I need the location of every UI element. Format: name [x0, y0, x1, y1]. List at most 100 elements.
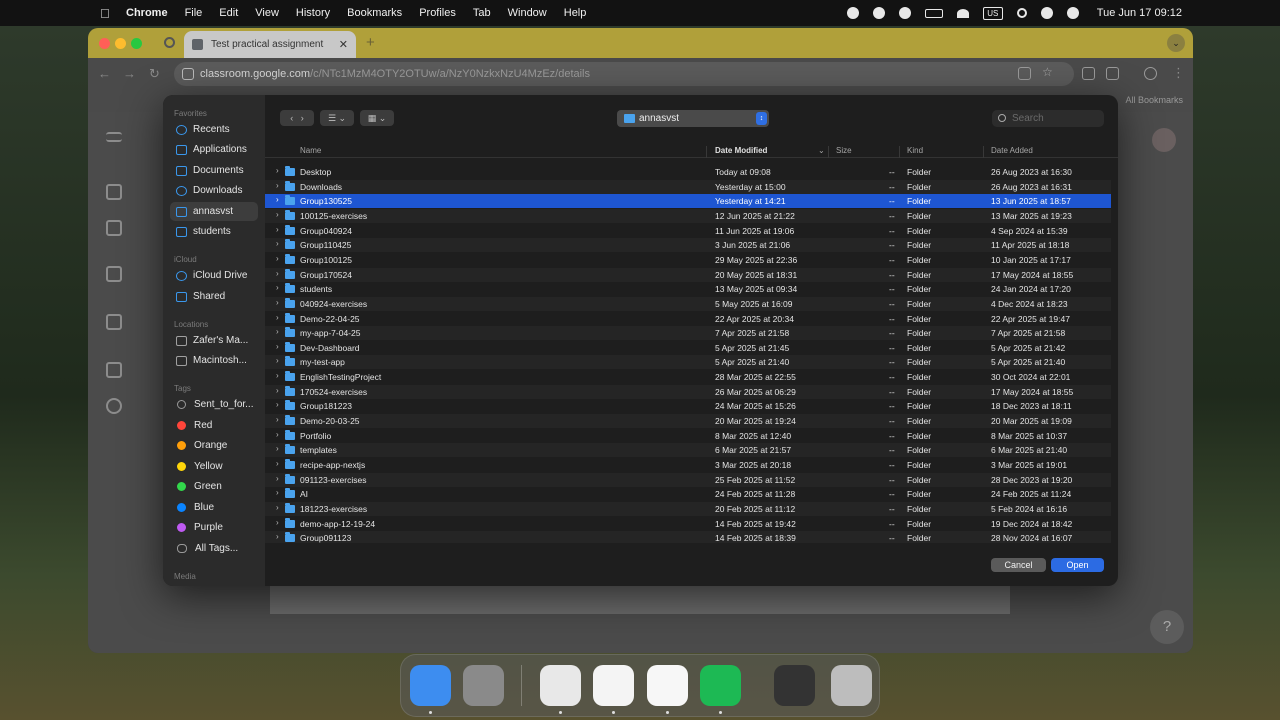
column-divider[interactable] [983, 146, 984, 158]
menu-app-chrome[interactable]: Chrome [126, 7, 168, 19]
file-row[interactable]: › students 13 May 2025 at 09:34 -- Folder 24 … [265, 282, 1111, 296]
disclosure-chevron-icon[interactable]: › [276, 488, 279, 497]
translate-icon[interactable] [1082, 67, 1095, 80]
menu-help[interactable]: Help [564, 7, 587, 19]
file-row[interactable]: › Group040924 11 Jun 2025 at 19:06 -- Folder… [265, 224, 1111, 238]
sidebar-item-recents[interactable]: Recents [170, 120, 258, 139]
spotify-dock-icon[interactable] [700, 665, 741, 706]
zoom-window-button[interactable] [131, 38, 142, 49]
disclosure-chevron-icon[interactable]: › [276, 210, 279, 219]
file-row[interactable]: › 040924-exercises 5 May 2025 at 16:09 -- Fo… [265, 296, 1111, 311]
disclosure-chevron-icon[interactable]: › [276, 518, 279, 527]
disclosure-chevron-icon[interactable]: › [276, 430, 279, 439]
disclosure-chevron-icon[interactable]: › [276, 313, 279, 322]
reload-icon[interactable]: ↻ [149, 66, 160, 82]
disclosure-chevron-icon[interactable]: › [276, 415, 279, 424]
menu-window[interactable]: Window [508, 7, 547, 19]
file-row[interactable]: › Portfolio 8 Mar 2025 at 12:40 -- Folder 8 M… [265, 429, 1111, 443]
site-info-icon[interactable] [182, 68, 194, 80]
play-icon[interactable] [898, 7, 911, 19]
hamburger-menu-icon[interactable] [106, 132, 122, 142]
disclosure-chevron-icon[interactable]: › [276, 386, 279, 395]
file-row[interactable]: › Group091123 14 Feb 2025 at 18:39 -- Folder… [265, 531, 1111, 543]
file-row[interactable]: › Demo-20-03-25 20 Mar 2025 at 19:24 -- Fold… [265, 414, 1111, 429]
cancel-button[interactable]: Cancel [991, 558, 1046, 572]
list-view-button[interactable]: ☰ ⌄ [320, 110, 354, 126]
file-row[interactable]: › Dev-Dashboard 5 Apr 2025 at 21:45 -- Folde… [265, 341, 1111, 355]
group-view-button[interactable]: ▦ ⌄ [360, 110, 394, 126]
current-folder-popup[interactable]: annasvst ↕ [617, 110, 769, 127]
disclosure-chevron-icon[interactable]: › [276, 503, 279, 512]
launchpad-dock-icon[interactable] [463, 665, 504, 706]
record-icon[interactable] [846, 7, 859, 19]
file-row[interactable]: › Desktop Today at 09:08 -- Folder 26 Aug 202… [265, 165, 1111, 179]
menu-tab[interactable]: Tab [473, 7, 491, 19]
column-header-name[interactable]: Name [300, 146, 321, 155]
sidebar-item-students[interactable]: students [170, 222, 258, 241]
control-center-icon[interactable] [1040, 7, 1053, 19]
tab-active[interactable]: Test practical assignment ✕ [184, 31, 356, 58]
chrome-menu-icon[interactable]: ⋮ [1172, 65, 1185, 81]
siri-icon[interactable] [1066, 7, 1079, 19]
grammarly-icon[interactable] [872, 7, 885, 19]
column-divider[interactable] [828, 146, 829, 158]
menu-history[interactable]: History [296, 7, 330, 19]
sidebar-tag-yellow[interactable]: Yellow [170, 457, 258, 476]
file-row[interactable]: › 091123-exercises 25 Feb 2025 at 11:52 -- F… [265, 472, 1111, 487]
sidebar-item-applications[interactable]: Applications [170, 140, 258, 159]
trash-dock-icon[interactable] [831, 665, 872, 706]
tab-search-chevron-icon[interactable]: ⌄ [1167, 34, 1185, 52]
menu-file[interactable]: File [185, 7, 203, 19]
menu-edit[interactable]: Edit [219, 7, 238, 19]
disclosure-chevron-icon[interactable]: › [276, 239, 279, 248]
back-chevron-icon[interactable]: ‹ [290, 113, 293, 123]
menu-bookmarks[interactable]: Bookmarks [347, 7, 402, 19]
sidebar-item-annasvst[interactable]: annasvst [170, 202, 258, 221]
vscode-dock-icon[interactable] [593, 665, 634, 706]
sidebar-tag-sent-to-for[interactable]: Sent_to_for... [170, 395, 258, 414]
file-row[interactable]: › Demo-22-04-25 22 Apr 2025 at 20:34 -- Fold… [265, 312, 1111, 326]
disclosure-chevron-icon[interactable]: › [276, 459, 279, 468]
file-row[interactable]: › Group181223 24 Mar 2025 at 15:26 -- Folder… [265, 399, 1111, 413]
file-row[interactable]: › 100125-exercises 12 Jun 2025 at 21:22 -- F… [265, 208, 1111, 223]
file-row[interactable]: › AI 24 Feb 2025 at 11:28 -- Folder 24 Feb 20… [265, 487, 1111, 501]
close-window-button[interactable] [99, 38, 110, 49]
sidebar-item-macintosh-hd[interactable]: Macintosh... [170, 351, 258, 370]
home-icon[interactable] [106, 184, 122, 200]
menu-profiles[interactable]: Profiles [419, 7, 456, 19]
file-row[interactable]: › Downloads Yesterday at 15:00 -- Folder 26 A… [265, 179, 1111, 194]
disclosure-chevron-icon[interactable]: › [276, 195, 279, 204]
battery-icon[interactable] [924, 8, 943, 18]
file-row[interactable]: › 181223-exercises 20 Feb 2025 at 11:12 -- F… [265, 501, 1111, 516]
column-divider[interactable] [706, 146, 707, 158]
input-source-indicator[interactable]: US [982, 6, 1003, 20]
minimize-window-button[interactable] [115, 38, 126, 49]
sidebar-item-documents[interactable]: Documents [170, 161, 258, 180]
google-tab-icon[interactable] [164, 37, 175, 48]
disclosure-chevron-icon[interactable]: › [276, 356, 279, 365]
disclosure-chevron-icon[interactable]: › [276, 254, 279, 263]
menubar-clock[interactable]: Tue Jun 17 09:12 [1097, 7, 1182, 19]
sidebar-item-downloads[interactable]: Downloads [170, 181, 258, 200]
people-icon[interactable] [106, 266, 122, 282]
chrome-dock-icon[interactable] [540, 665, 581, 706]
help-icon[interactable]: ? [1150, 610, 1184, 644]
disclosure-chevron-icon[interactable]: › [276, 327, 279, 336]
file-row[interactable]: › Group110425 3 Jun 2025 at 21:06 -- Folder 1… [265, 238, 1111, 253]
column-header-kind[interactable]: Kind [907, 146, 923, 155]
all-bookmarks[interactable]: All Bookmarks [1125, 95, 1183, 105]
extensions-icon[interactable] [1106, 67, 1119, 80]
sidebar-item-icloud-drive[interactable]: iCloud Drive [170, 266, 258, 285]
column-header-date-modified[interactable]: Date Modified [715, 146, 767, 155]
disclosure-chevron-icon[interactable]: › [276, 181, 279, 190]
sidebar-item-zafers-mac[interactable]: Zafer's Ma... [170, 331, 258, 350]
forward-chevron-icon[interactable]: › [301, 113, 304, 123]
sort-chevron-icon[interactable]: ⌄ [818, 146, 825, 155]
sidebar-item-shared[interactable]: Shared [170, 287, 258, 306]
sidebar-all-tags[interactable]: All Tags... [170, 539, 258, 558]
disclosure-chevron-icon[interactable]: › [276, 298, 279, 307]
disclosure-chevron-icon[interactable]: › [276, 269, 279, 278]
tab-close-icon[interactable]: ✕ [339, 38, 348, 51]
finder-dock-icon[interactable] [410, 665, 451, 706]
file-row[interactable]: › EnglishTestingProject 28 Mar 2025 at 22:… [265, 370, 1111, 384]
